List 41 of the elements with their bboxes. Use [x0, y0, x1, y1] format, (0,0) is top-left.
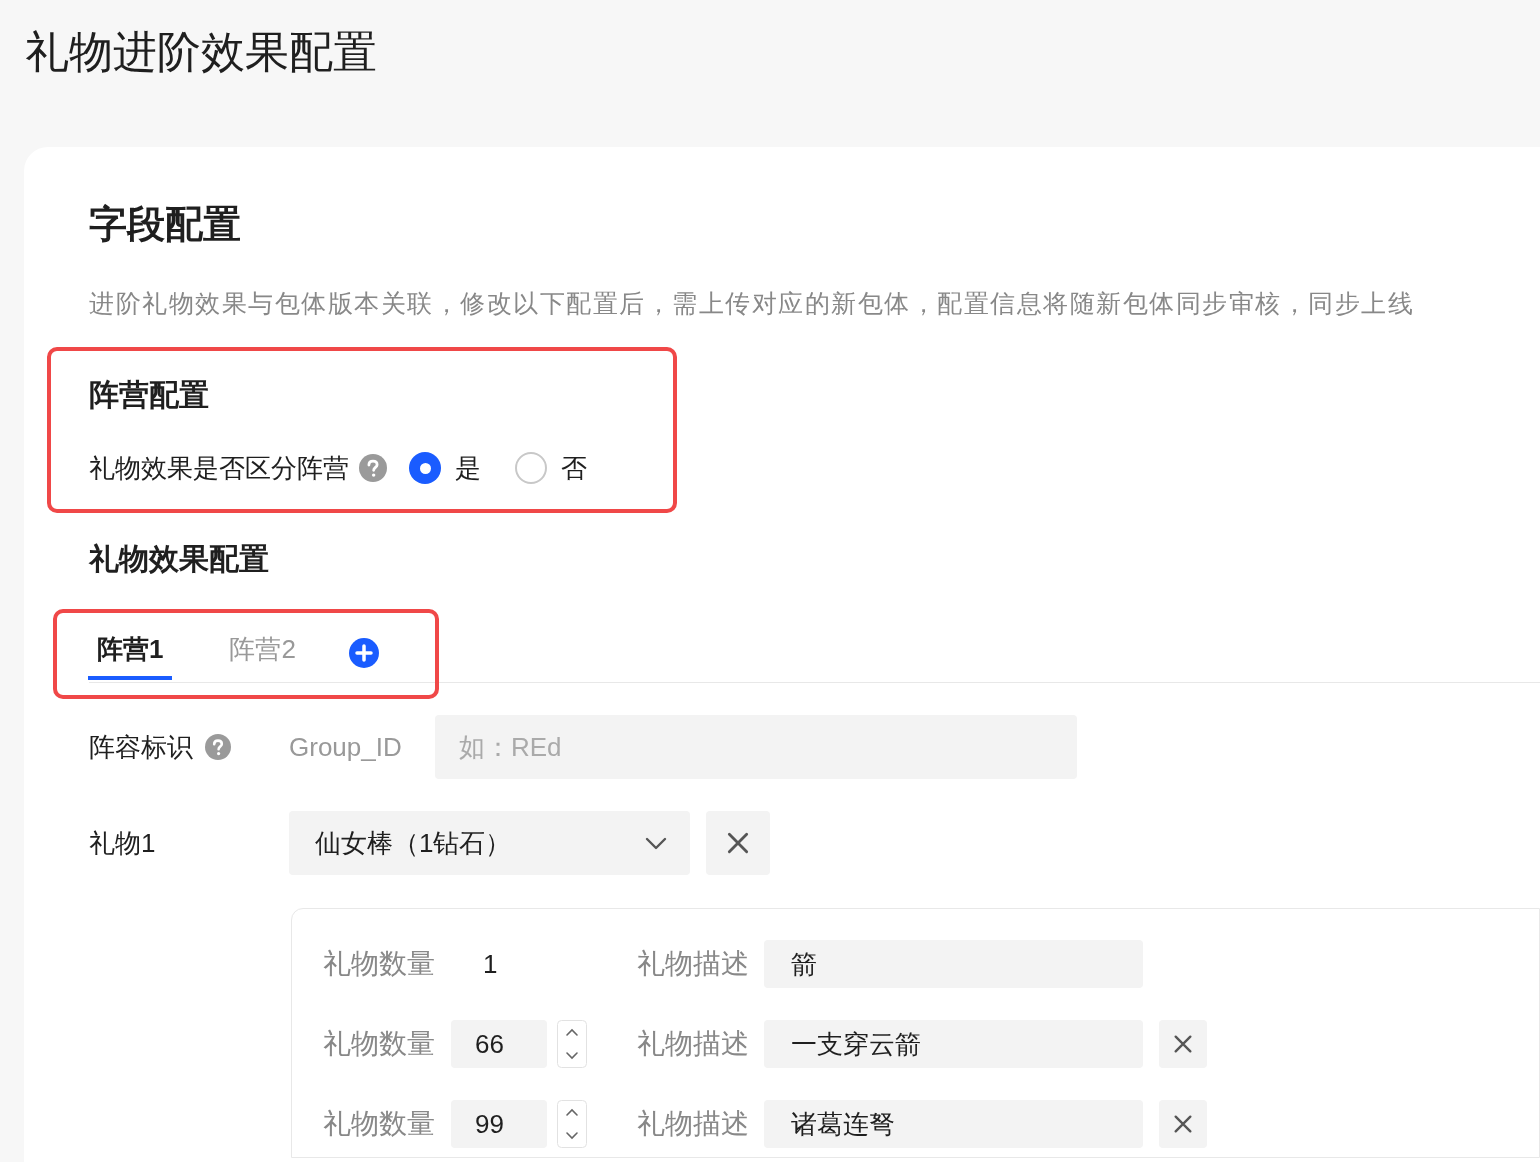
plus-icon: [348, 638, 379, 668]
add-tab-button[interactable]: [348, 638, 379, 668]
description-field[interactable]: 一支穿云箭: [764, 1020, 1143, 1068]
close-icon: [1172, 1113, 1194, 1135]
remove-button[interactable]: [1159, 1020, 1207, 1068]
stepper-icon[interactable]: [557, 1020, 587, 1068]
field-prefix: Group_ID: [289, 730, 403, 764]
field-label: 礼物数量: [323, 1107, 436, 1141]
field-label: 礼物描述: [637, 1107, 750, 1141]
stepper-icon[interactable]: [557, 1100, 587, 1148]
close-icon: [1172, 1033, 1194, 1055]
help-icon: [359, 454, 387, 482]
description-field[interactable]: 箭: [764, 940, 1143, 988]
help-icon: [205, 734, 231, 760]
select-value: 仙女棒（1钻石）: [315, 826, 512, 860]
subsection-title: 礼物效果配置: [89, 541, 270, 577]
remove-button[interactable]: [706, 811, 770, 875]
field-label: 礼物描述: [637, 1027, 750, 1061]
section-title: 字段配置: [89, 202, 242, 247]
quantity-value: 1: [482, 947, 499, 981]
field-label: 阵容标识: [89, 730, 193, 764]
field-label: 礼物描述: [637, 947, 750, 981]
group-id-field[interactable]: 如：REd: [435, 715, 1077, 779]
field-label: 礼物1: [89, 826, 157, 860]
tab[interactable]: 阵营1: [88, 629, 173, 680]
radio-option[interactable]: 是: [409, 448, 481, 488]
description-field[interactable]: 诸葛连弩: [764, 1100, 1143, 1148]
radio-button[interactable]: [515, 452, 547, 484]
subsection-title: 阵营配置: [89, 377, 210, 413]
field-label: 礼物数量: [323, 1027, 436, 1061]
quantity-field[interactable]: 99: [451, 1100, 547, 1148]
radio-button[interactable]: [409, 452, 441, 484]
field-label: 礼物数量: [323, 947, 436, 981]
page-title: 礼物进阶效果配置: [24, 26, 378, 78]
remove-button[interactable]: [1159, 1100, 1207, 1148]
radio-option[interactable]: 否: [515, 448, 587, 488]
gift-select[interactable]: 仙女棒（1钻石）: [289, 811, 690, 875]
close-icon: [725, 830, 751, 856]
section-description: 进阶礼物效果与包体版本关联，修改以下配置后，需上传对应的新包体，配置信息将随新包体同步审核，同步上线: [89, 288, 1414, 319]
field-label: 礼物效果是否区分阵营: [89, 451, 349, 485]
quantity-field[interactable]: 66: [451, 1020, 547, 1068]
